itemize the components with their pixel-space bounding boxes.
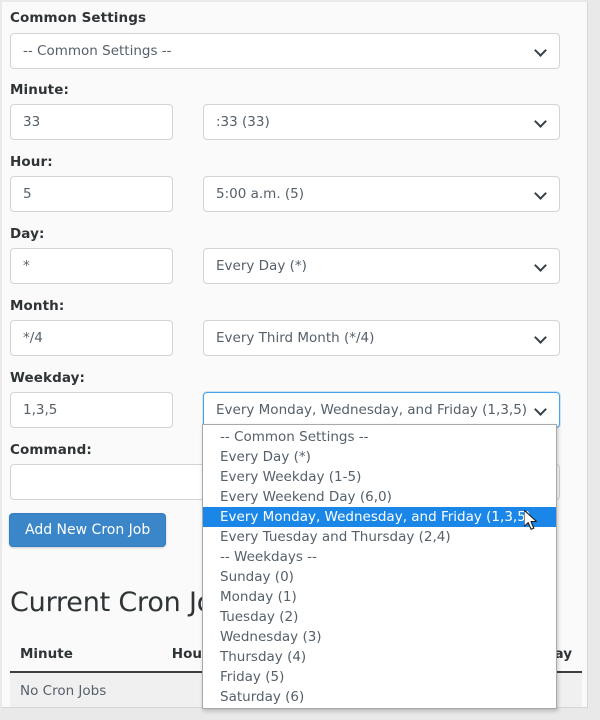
dropdown-option[interactable]: Every Weekday (1-5)	[203, 467, 556, 487]
dropdown-option[interactable]: Friday (5)	[203, 667, 556, 687]
minute-input[interactable]	[10, 104, 173, 140]
command-label: Command:	[10, 442, 92, 458]
minute-select[interactable]: :33 (33)	[203, 104, 560, 140]
dropdown-option[interactable]: Every Day (*)	[203, 447, 556, 467]
day-label: Day:	[10, 226, 45, 242]
dropdown-option[interactable]: Every Tuesday and Thursday (2,4)	[203, 527, 556, 547]
common-settings-select-value: -- Common Settings --	[23, 43, 172, 59]
weekday-label: Weekday:	[10, 370, 86, 386]
month-label: Month:	[10, 298, 65, 314]
dropdown-option[interactable]: Saturday (6)	[203, 687, 556, 707]
minute-select-value: :33 (33)	[216, 114, 270, 130]
dropdown-option[interactable]: Monday (1)	[203, 587, 556, 607]
common-settings-label: Common Settings	[10, 10, 147, 26]
dropdown-option[interactable]: -- Common Settings --	[203, 427, 556, 447]
day-input[interactable]	[10, 248, 173, 284]
day-select-value: Every Day (*)	[216, 258, 307, 274]
dropdown-option[interactable]: -- Weekdays --	[203, 547, 556, 567]
dropdown-option[interactable]: Thursday (4)	[203, 647, 556, 667]
month-select-value: Every Third Month (*/4)	[216, 330, 375, 346]
common-settings-select[interactable]: -- Common Settings --	[10, 33, 560, 69]
chevron-down-icon	[535, 188, 547, 200]
dropdown-option[interactable]: Sunday (0)	[203, 567, 556, 587]
hour-label: Hour:	[10, 154, 53, 170]
month-select[interactable]: Every Third Month (*/4)	[203, 320, 560, 356]
dropdown-option[interactable]: Tuesday (2)	[203, 607, 556, 627]
weekday-dropdown-list[interactable]: -- Common Settings -- Every Day (*) Every …	[202, 424, 557, 709]
dropdown-option[interactable]: Every Monday, Wednesday, and Friday (1,3…	[203, 507, 556, 527]
dropdown-option[interactable]: Wednesday (3)	[203, 627, 556, 647]
app-root: Common Settings -- Common Settings -- Mi…	[0, 0, 600, 720]
chevron-down-icon	[535, 116, 547, 128]
chevron-down-icon	[535, 332, 547, 344]
hour-input[interactable]	[10, 176, 173, 212]
month-input[interactable]	[10, 320, 173, 356]
hour-select[interactable]: 5:00 a.m. (5)	[203, 176, 560, 212]
minute-label: Minute:	[10, 82, 69, 98]
dropdown-option[interactable]: Every Weekend Day (6,0)	[203, 487, 556, 507]
weekday-select[interactable]: Every Monday, Wednesday, and Friday (1,3…	[203, 392, 560, 428]
hour-select-value: 5:00 a.m. (5)	[216, 186, 305, 202]
chevron-down-icon	[535, 260, 547, 272]
chevron-down-icon	[535, 404, 547, 416]
weekday-select-value: Every Monday, Wednesday, and Friday (1,3…	[216, 402, 528, 418]
weekday-input[interactable]	[10, 392, 173, 428]
chevron-down-icon	[535, 45, 547, 57]
column-header-minute: Minute	[10, 638, 162, 673]
day-select[interactable]: Every Day (*)	[203, 248, 560, 284]
add-new-cron-job-button[interactable]: Add New Cron Job	[9, 513, 167, 547]
